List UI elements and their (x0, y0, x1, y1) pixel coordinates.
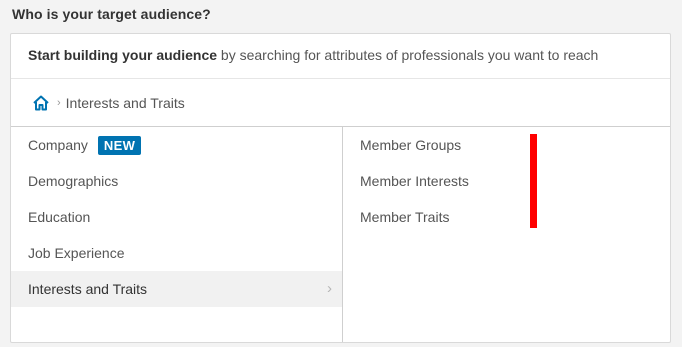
subcategory-member-interests[interactable]: Member Interests (344, 163, 670, 199)
page-heading: Who is your target audience? (12, 6, 211, 22)
subcategory-label: Member Interests (360, 173, 469, 189)
category-label: Interests and Traits (28, 281, 148, 297)
chevron-right-icon: › (57, 96, 61, 109)
breadcrumb-current: Interests and Traits (65, 94, 185, 111)
category-demographics[interactable]: Demographics (11, 163, 342, 199)
breadcrumb: › Interests and Traits (11, 79, 670, 127)
audience-card: Start building your audience by searchin… (10, 33, 671, 343)
home-icon[interactable] (32, 94, 50, 112)
category-label: Company (28, 137, 88, 153)
annotation-marker (530, 134, 537, 228)
subcategory-member-groups[interactable]: Member Groups (344, 127, 670, 163)
category-label: Education (28, 209, 91, 225)
new-badge: NEW (97, 135, 142, 155)
category-label: Job Experience (28, 245, 125, 261)
intro-bold: Start building your audience (28, 47, 218, 63)
category-company[interactable]: Company NEW (11, 127, 342, 163)
subcategory-label: Member Groups (360, 137, 462, 153)
category-interests-and-traits[interactable]: Interests and Traits › (11, 271, 342, 307)
subcategory-list: Member Groups Member Interests Member Tr… (344, 127, 670, 342)
category-job-experience[interactable]: Job Experience (11, 235, 342, 271)
subcategory-member-traits[interactable]: Member Traits (344, 199, 670, 235)
category-label: Demographics (28, 173, 119, 189)
category-list: Company NEW Demographics Education Job E… (11, 127, 343, 342)
chevron-right-icon: › (327, 280, 332, 297)
subcategory-label: Member Traits (360, 209, 450, 225)
category-education[interactable]: Education (11, 199, 342, 235)
intro-text: Start building your audience by searchin… (11, 34, 670, 79)
intro-rest: by searching for attributes of professio… (217, 47, 599, 63)
